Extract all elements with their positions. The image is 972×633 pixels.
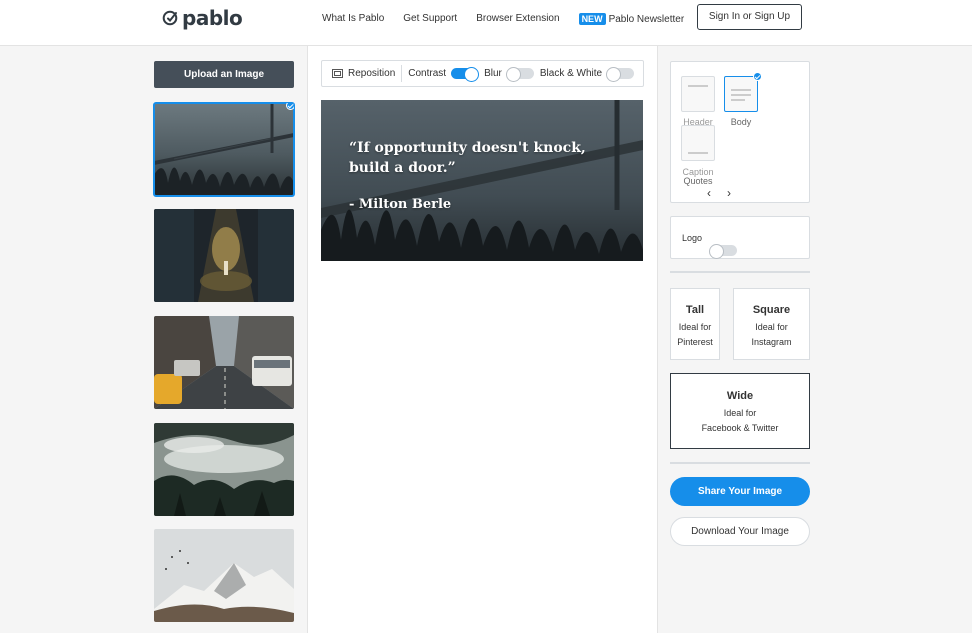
city-street-image <box>154 316 294 409</box>
gallery-thumb-city[interactable] <box>154 316 294 409</box>
top-header: pablo What Is Pablo Get Support Browser … <box>0 0 972 46</box>
selected-check-icon <box>286 103 294 110</box>
contrast-label: Contrast <box>408 68 447 79</box>
contrast-toggle[interactable] <box>451 67 480 82</box>
black-white-control[interactable]: Black & White <box>539 67 635 82</box>
size-wide-desc1: Ideal for <box>723 408 757 418</box>
new-badge: NEW <box>578 13 606 25</box>
gallery-thumb-mountain[interactable] <box>154 529 294 622</box>
blur-control[interactable]: Blur <box>484 67 534 82</box>
black-white-toggle[interactable] <box>606 67 635 82</box>
logo-option-label: Logo <box>682 233 703 243</box>
snowy-mountain-image <box>154 529 294 622</box>
text-style-card: Header Body Caption Quotes ‹ › <box>670 61 810 203</box>
style-prev-icon[interactable]: ‹ <box>707 186 711 200</box>
style-header-tile[interactable] <box>681 76 715 112</box>
newsletter-label: Pablo Newsletter <box>608 14 685 25</box>
size-square-desc1: Ideal for <box>755 322 788 332</box>
image-editor: Reposition Contrast Blur Black & White “… <box>309 46 656 633</box>
nav-newsletter[interactable]: NEW Pablo Newsletter <box>578 13 685 25</box>
gallery-thumb-bridge[interactable] <box>153 102 295 197</box>
quote-canvas[interactable]: “If opportunity doesn't knock, build a d… <box>321 100 643 261</box>
nav-browser-extension[interactable]: Browser Extension <box>476 13 559 25</box>
style-quotes-label: Quotes <box>683 176 713 186</box>
blur-label: Blur <box>484 68 502 79</box>
gallery-thumb-fog[interactable] <box>154 423 294 516</box>
style-body-label: Body <box>730 117 752 127</box>
download-image-button[interactable]: Download Your Image <box>670 517 810 546</box>
size-square-desc2: Instagram <box>751 337 792 347</box>
tile-line <box>731 94 751 96</box>
size-square-title: Square <box>752 304 791 316</box>
upload-image-button[interactable]: Upload an Image <box>154 61 294 88</box>
size-tall-desc2: Pinterest <box>677 337 713 347</box>
size-square-card[interactable]: Square Ideal for Instagram <box>733 288 810 360</box>
image-gallery: Upload an Image <box>0 46 308 633</box>
black-white-label: Black & White <box>539 68 603 79</box>
alley-image <box>154 209 294 302</box>
size-wide-desc2: Facebook & Twitter <box>701 423 779 433</box>
size-tall-title: Tall <box>685 304 705 316</box>
size-wide-title: Wide <box>726 390 754 402</box>
tile-line <box>688 85 708 87</box>
quote-text[interactable]: “If opportunity doesn't knock, build a d… <box>349 138 619 178</box>
bridge-image <box>154 103 294 196</box>
style-body-tile[interactable] <box>724 76 758 112</box>
quote-author[interactable]: - Milton Berle <box>349 197 451 212</box>
editor-toolbar: Reposition Contrast Blur Black & White <box>321 60 644 87</box>
gallery-thumb-alley[interactable] <box>154 209 294 302</box>
main-nav: What Is Pablo Get Support Browser Extens… <box>322 13 703 25</box>
blur-toggle[interactable] <box>505 67 534 82</box>
reposition-icon <box>332 69 343 78</box>
selected-check-icon <box>753 72 762 81</box>
reposition-control[interactable]: Reposition <box>332 68 395 79</box>
pablo-logo-icon <box>162 10 178 26</box>
size-tall-desc1: Ideal for <box>678 322 712 332</box>
pablo-logo[interactable]: pablo <box>162 6 243 30</box>
logo-option-card: Logo <box>670 216 810 259</box>
style-next-icon[interactable]: › <box>727 186 731 200</box>
foggy-valley-image <box>154 423 294 516</box>
tile-line <box>731 99 745 101</box>
tile-line <box>688 152 708 154</box>
signin-button[interactable]: Sign In or Sign Up <box>697 4 802 30</box>
nav-what-is-pablo[interactable]: What Is Pablo <box>322 13 384 25</box>
size-wide-card[interactable]: Wide Ideal for Facebook & Twitter <box>670 373 810 449</box>
toolbar-divider <box>401 65 403 82</box>
panel-divider <box>670 462 810 464</box>
style-caption-tile[interactable] <box>681 125 715 161</box>
logo-toggle[interactable] <box>709 244 737 259</box>
brand-name: pablo <box>182 6 243 30</box>
panel-divider <box>670 271 810 273</box>
reposition-label: Reposition <box>348 68 396 79</box>
tile-line <box>731 89 751 91</box>
canvas-background-image <box>321 100 643 261</box>
size-tall-card[interactable]: Tall Ideal for Pinterest <box>670 288 720 360</box>
contrast-control[interactable]: Contrast <box>408 67 480 82</box>
share-image-button[interactable]: Share Your Image <box>670 477 810 506</box>
nav-get-support[interactable]: Get Support <box>403 13 457 25</box>
